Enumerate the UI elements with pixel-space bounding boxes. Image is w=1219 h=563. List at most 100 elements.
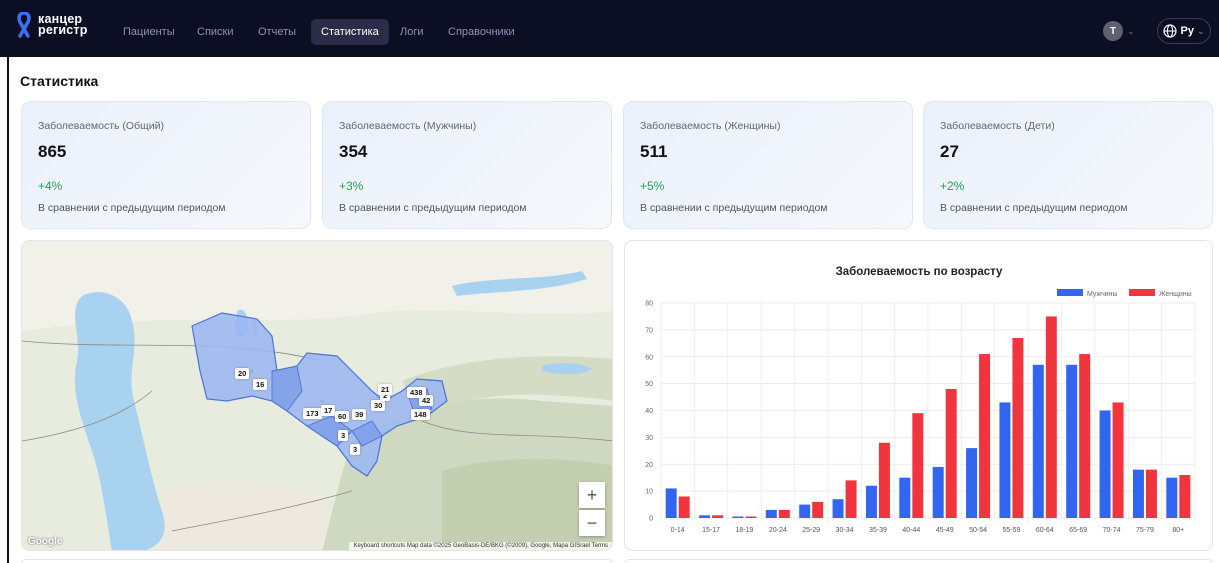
language-button[interactable]: Ру ⌄: [1157, 18, 1211, 44]
logo-text-line2: регистр: [38, 23, 88, 37]
y-tick-label: 80: [645, 301, 653, 308]
x-tick-label: 80+: [1172, 527, 1184, 534]
legend-swatch: [1057, 289, 1083, 296]
y-tick-label: 70: [645, 327, 653, 334]
bar-men: [1166, 477, 1178, 518]
legend-label: Мужчины: [1087, 291, 1118, 298]
map-attribution[interactable]: Keyboard shortcuts Map data ©2025 GeoBas…: [349, 542, 612, 550]
stat-card-total: Заболеваемость (Общий) 865 +4% В сравнен…: [21, 101, 311, 229]
avatar: T: [1103, 21, 1123, 41]
nav-references[interactable]: Справочники: [438, 19, 525, 45]
ribbon-icon: [17, 12, 31, 38]
bar-women: [745, 516, 757, 518]
bar-men: [832, 499, 844, 518]
x-tick-label: 40-44: [902, 527, 920, 534]
language-label: Ру: [1180, 25, 1194, 37]
legend-label: Женщины: [1159, 291, 1192, 298]
zoom-in-button[interactable]: +: [579, 482, 605, 508]
map-marker[interactable]: 20: [235, 368, 250, 379]
stat-card-change: +3%: [339, 179, 364, 193]
bar-women: [1045, 316, 1057, 518]
x-tick-label: 15-17: [702, 527, 720, 534]
bar-women: [1145, 469, 1157, 518]
bottom-card-left: [21, 559, 613, 563]
nav-statistics[interactable]: Статистика: [311, 19, 389, 45]
top-navbar: канцер регистр Пациенты Списки Отчеты Ст…: [0, 0, 1219, 57]
y-tick-label: 30: [645, 435, 653, 442]
bar-men: [665, 488, 677, 518]
bar-women: [979, 354, 991, 518]
x-tick-label: 0-14: [671, 527, 685, 534]
map-marker[interactable]: 3: [350, 444, 361, 455]
stat-card-note: В сравнении с предыдущим периодом: [38, 202, 226, 214]
x-tick-label: 50-54: [969, 527, 987, 534]
globe-icon: [1163, 24, 1178, 38]
stat-card-value: 354: [339, 142, 368, 161]
logo[interactable]: канцер регистр: [16, 12, 88, 38]
bar-men: [966, 448, 978, 518]
x-tick-label: 70-74: [1103, 527, 1121, 534]
nav-patients[interactable]: Пациенты: [113, 19, 185, 45]
bar-women: [812, 501, 824, 518]
nav-lists[interactable]: Списки: [187, 19, 244, 45]
x-tick-label: 35-39: [869, 527, 887, 534]
x-tick-label: 30-34: [836, 527, 854, 534]
x-tick-label: 18-19: [735, 527, 753, 534]
stat-card-note: В сравнении с предыдущим периодом: [339, 202, 527, 214]
bar-men: [1066, 364, 1078, 518]
bar-men: [765, 509, 777, 518]
map-marker[interactable]: 3: [338, 430, 349, 441]
stat-card-change: +4%: [38, 179, 63, 193]
map-marker[interactable]: 30: [371, 400, 386, 411]
bar-women: [912, 413, 924, 518]
nav-reports[interactable]: Отчеты: [248, 19, 306, 45]
bar-women: [678, 496, 690, 518]
map-marker[interactable]: 21: [378, 384, 393, 395]
bar-women: [778, 509, 790, 518]
bar-women: [945, 389, 957, 518]
bar-men: [1032, 364, 1044, 518]
stat-card-note: В сравнении с предыдущим периодом: [640, 202, 828, 214]
y-tick-label: 40: [645, 408, 653, 415]
stat-card-change: +5%: [640, 179, 665, 193]
x-tick-label: 65-69: [1069, 527, 1087, 534]
region-map[interactable]: 20 16 173 17 60 39 30 2 21 3 3 42 148 43…: [21, 240, 613, 551]
page-title: Статистика: [20, 73, 99, 89]
map-marker[interactable]: 16: [253, 379, 268, 390]
x-tick-label: 25-29: [802, 527, 820, 534]
y-tick-label: 0: [649, 516, 653, 523]
chevron-down-icon: ⌄: [1196, 25, 1205, 36]
bar-men: [899, 477, 911, 518]
y-tick-label: 60: [645, 354, 653, 361]
stat-card-label: Заболеваемость (Общий): [38, 120, 164, 132]
map-marker[interactable]: 148: [411, 409, 430, 420]
user-menu-button[interactable]: T ⌄: [1103, 19, 1135, 43]
y-tick-label: 20: [645, 462, 653, 469]
bar-women: [878, 442, 890, 518]
x-tick-label: 75-79: [1136, 527, 1154, 534]
stat-card-value: 511: [640, 142, 668, 161]
y-tick-label: 10: [645, 489, 653, 496]
bar-women: [1079, 354, 1091, 518]
google-logo: Google: [28, 536, 63, 547]
zoom-out-button[interactable]: −: [579, 510, 605, 536]
x-tick-label: 45-49: [936, 527, 954, 534]
stat-card-women: Заболеваемость (Женщины) 511 +5% В сравн…: [623, 101, 913, 229]
bar-men: [1132, 469, 1144, 518]
bar-men: [699, 515, 711, 518]
map-marker[interactable]: 39: [352, 409, 367, 420]
age-incidence-chart: Заболеваемость по возрасту Мужчины Женщины…: [645, 266, 1196, 534]
bar-women: [845, 480, 857, 518]
x-tick-label: 55-59: [1002, 527, 1020, 534]
bar-women: [1112, 402, 1124, 518]
stat-card-label: Заболеваемость (Мужчины): [339, 120, 477, 132]
bar-men: [799, 504, 811, 518]
map-marker[interactable]: 438: [407, 387, 426, 398]
map-marker[interactable]: 60: [335, 411, 350, 422]
stat-card-label: Заболеваемость (Женщины): [640, 120, 781, 132]
bar-men: [732, 516, 744, 518]
map-marker[interactable]: 173: [303, 408, 322, 419]
left-edge-divider: [7, 57, 9, 563]
map-marker[interactable]: 17: [321, 405, 336, 416]
nav-logs[interactable]: Логи: [390, 19, 434, 45]
